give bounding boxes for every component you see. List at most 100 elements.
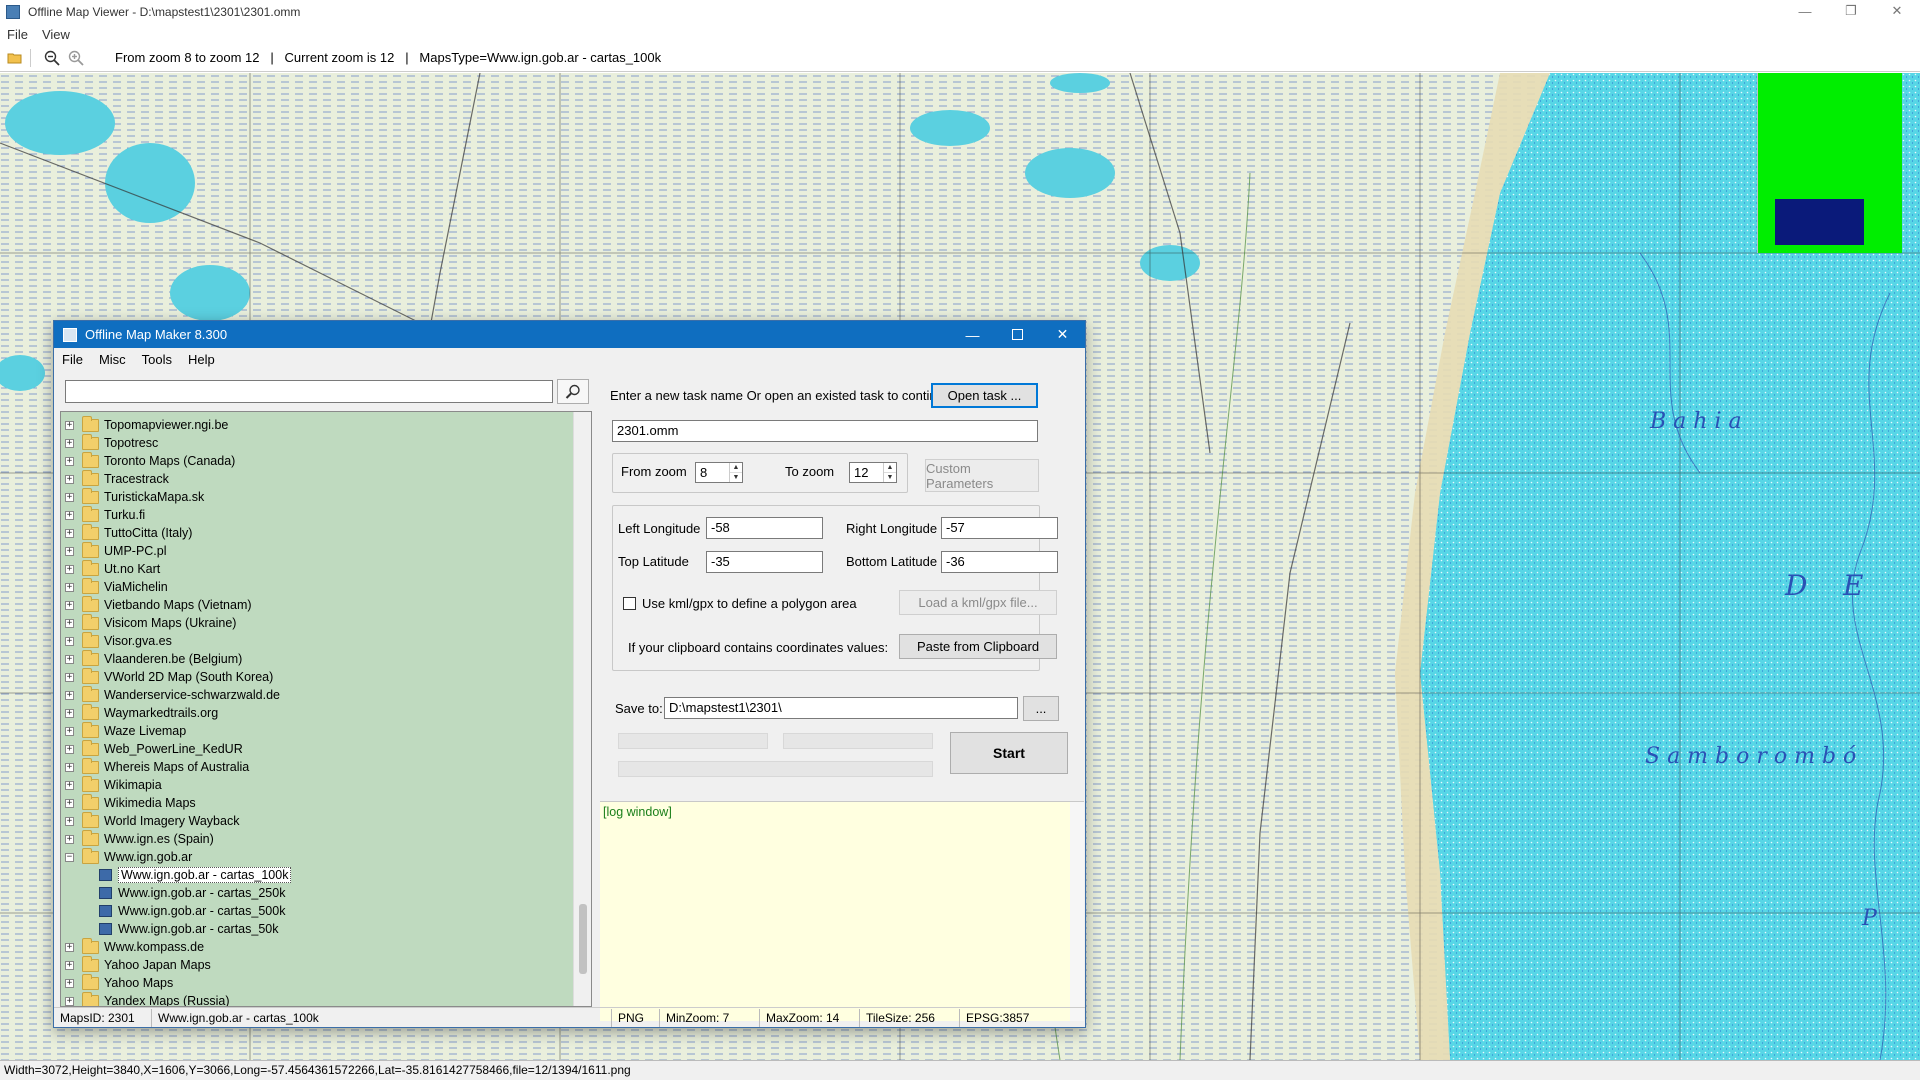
expand-icon[interactable]: +: [65, 600, 74, 610]
expand-icon[interactable]: +: [65, 456, 74, 466]
tree-folder-item[interactable]: + Waze Livemap: [65, 721, 186, 740]
navigator-viewport-rect[interactable]: [1775, 199, 1864, 245]
tree-folder-item[interactable]: + Wikimapia: [65, 775, 162, 794]
tree-folder-item[interactable]: + Www.kompass.de: [65, 937, 204, 956]
expand-icon[interactable]: +: [65, 546, 74, 556]
tree-map-item[interactable]: Www.ign.gob.ar - cartas_100k: [99, 866, 292, 884]
expand-icon[interactable]: +: [65, 690, 74, 700]
expand-icon[interactable]: +: [65, 672, 74, 682]
tree-folder-item[interactable]: + Vietbando Maps (Vietnam): [65, 595, 252, 614]
expand-icon[interactable]: +: [65, 636, 74, 646]
expand-icon[interactable]: +: [65, 618, 74, 628]
expand-icon[interactable]: +: [65, 726, 74, 736]
tree-map-item[interactable]: Www.ign.gob.ar - cartas_250k: [99, 884, 285, 902]
expand-icon[interactable]: +: [65, 978, 74, 988]
expand-icon[interactable]: +: [65, 492, 74, 502]
tree-folder-item[interactable]: + Topomapviewer.ngi.be: [65, 415, 228, 434]
zoom-out-icon[interactable]: [43, 49, 61, 67]
tree-folder-item[interactable]: + World Imagery Wayback: [65, 811, 239, 830]
browse-folder-button[interactable]: ...: [1023, 696, 1059, 721]
expand-icon[interactable]: +: [65, 564, 74, 574]
from-zoom-spin-buttons[interactable]: ▲ ▼: [729, 463, 742, 482]
custom-parameters-button[interactable]: Custom Parameters: [925, 459, 1039, 492]
dialog-titlebar[interactable]: Offline Map Maker 8.300 — ✕: [54, 321, 1085, 348]
tree-folder-item[interactable]: + ViaMichelin: [65, 577, 168, 596]
tree-folder-item[interactable]: + Visor.gva.es: [65, 631, 172, 650]
dialog-minimize-button[interactable]: —: [950, 321, 995, 348]
dialog-menu-tools[interactable]: Tools: [134, 352, 180, 367]
map-source-tree[interactable]: + Topomapviewer.ngi.be + Topotresc + Toronto …: [60, 411, 592, 1007]
tree-folder-item[interactable]: + TuristickaMapa.sk: [65, 487, 204, 506]
menu-file[interactable]: File: [0, 27, 35, 42]
log-window[interactable]: [log window]: [600, 801, 1084, 1021]
collapse-icon[interactable]: −: [65, 852, 74, 862]
expand-icon[interactable]: +: [65, 834, 74, 844]
save-to-input[interactable]: D:\mapstest1\2301\: [664, 697, 1018, 719]
expand-icon[interactable]: +: [65, 438, 74, 448]
tree-folder-item[interactable]: + Www.ign.es (Spain): [65, 829, 214, 848]
tree-folder-item[interactable]: + Visicom Maps (Ukraine): [65, 613, 236, 632]
dialog-menu-help[interactable]: Help: [180, 352, 223, 367]
tree-folder-item[interactable]: + Topotresc: [65, 433, 158, 452]
dialog-maximize-button[interactable]: [995, 321, 1040, 348]
dialog-menu-misc[interactable]: Misc: [91, 352, 134, 367]
tree-folder-item[interactable]: + Yahoo Maps: [65, 973, 173, 992]
bottom-latitude-input[interactable]: -36: [941, 551, 1058, 573]
tree-folder-item[interactable]: + Ut.no Kart: [65, 559, 160, 578]
left-longitude-input[interactable]: -58: [706, 517, 823, 539]
log-scrollbar[interactable]: [1070, 802, 1084, 1021]
from-zoom-spinner[interactable]: 8 ▲ ▼: [695, 462, 743, 483]
maximize-button[interactable]: ❐: [1828, 0, 1874, 22]
tree-folder-item[interactable]: + Whereis Maps of Australia: [65, 757, 249, 776]
expand-icon[interactable]: +: [65, 744, 74, 754]
dialog-close-button[interactable]: ✕: [1040, 321, 1085, 348]
tree-folder-item[interactable]: + Vlaanderen.be (Belgium): [65, 649, 242, 668]
dialog-menu-file[interactable]: File: [54, 352, 91, 367]
top-latitude-input[interactable]: -35: [706, 551, 823, 573]
tree-scrollbar[interactable]: [573, 412, 591, 1006]
start-button[interactable]: Start: [950, 732, 1068, 774]
tree-map-item[interactable]: Www.ign.gob.ar - cartas_50k: [99, 920, 279, 938]
open-folder-icon[interactable]: [6, 49, 24, 67]
map-search-input[interactable]: [65, 380, 553, 403]
tree-folder-item[interactable]: + Web_PowerLine_KedUR: [65, 739, 243, 758]
tree-map-item[interactable]: Www.ign.gob.ar - cartas_500k: [99, 902, 285, 920]
expand-icon[interactable]: +: [65, 780, 74, 790]
task-name-input[interactable]: 2301.omm: [612, 420, 1038, 442]
tree-folder-item[interactable]: + TuttoCitta (Italy): [65, 523, 192, 542]
tree-folder-item[interactable]: + Wanderservice-schwarzwald.de: [65, 685, 280, 704]
tree-folder-item[interactable]: + Waymarkedtrails.org: [65, 703, 218, 722]
expand-icon[interactable]: +: [65, 582, 74, 592]
map-navigator[interactable]: [1757, 73, 1902, 253]
expand-icon[interactable]: +: [65, 816, 74, 826]
expand-icon[interactable]: +: [65, 708, 74, 718]
close-button[interactable]: ✕: [1874, 0, 1920, 22]
minimize-button[interactable]: —: [1782, 0, 1828, 22]
to-zoom-spinner[interactable]: 12 ▲ ▼: [849, 462, 897, 483]
expand-icon[interactable]: +: [65, 960, 74, 970]
open-task-button[interactable]: Open task ...: [931, 383, 1038, 408]
expand-icon[interactable]: +: [65, 762, 74, 772]
expand-icon[interactable]: +: [65, 798, 74, 808]
tree-folder-item[interactable]: + Wikimedia Maps: [65, 793, 196, 812]
tree-folder-item[interactable]: + Tracestrack: [65, 469, 169, 488]
tree-folder-item[interactable]: + VWorld 2D Map (South Korea): [65, 667, 273, 686]
menu-view[interactable]: View: [35, 27, 77, 42]
expand-icon[interactable]: +: [65, 996, 74, 1006]
search-button[interactable]: [557, 379, 589, 404]
expand-icon[interactable]: +: [65, 474, 74, 484]
expand-icon[interactable]: +: [65, 942, 74, 952]
to-zoom-spin-buttons[interactable]: ▲ ▼: [883, 463, 896, 482]
expand-icon[interactable]: +: [65, 510, 74, 520]
tree-scrollbar-thumb[interactable]: [579, 904, 587, 974]
zoom-in-icon[interactable]: [67, 49, 85, 67]
kml-polygon-checkbox[interactable]: [623, 597, 636, 610]
expand-icon[interactable]: +: [65, 420, 74, 430]
expand-icon[interactable]: +: [65, 654, 74, 664]
tree-folder-item[interactable]: + Yandex Maps (Russia): [65, 991, 230, 1006]
tree-folder-item[interactable]: + Toronto Maps (Canada): [65, 451, 235, 470]
paste-from-clipboard-button[interactable]: Paste from Clipboard: [899, 634, 1057, 659]
expand-icon[interactable]: +: [65, 528, 74, 538]
right-longitude-input[interactable]: -57: [941, 517, 1058, 539]
tree-folder-item[interactable]: + Yahoo Japan Maps: [65, 955, 211, 974]
